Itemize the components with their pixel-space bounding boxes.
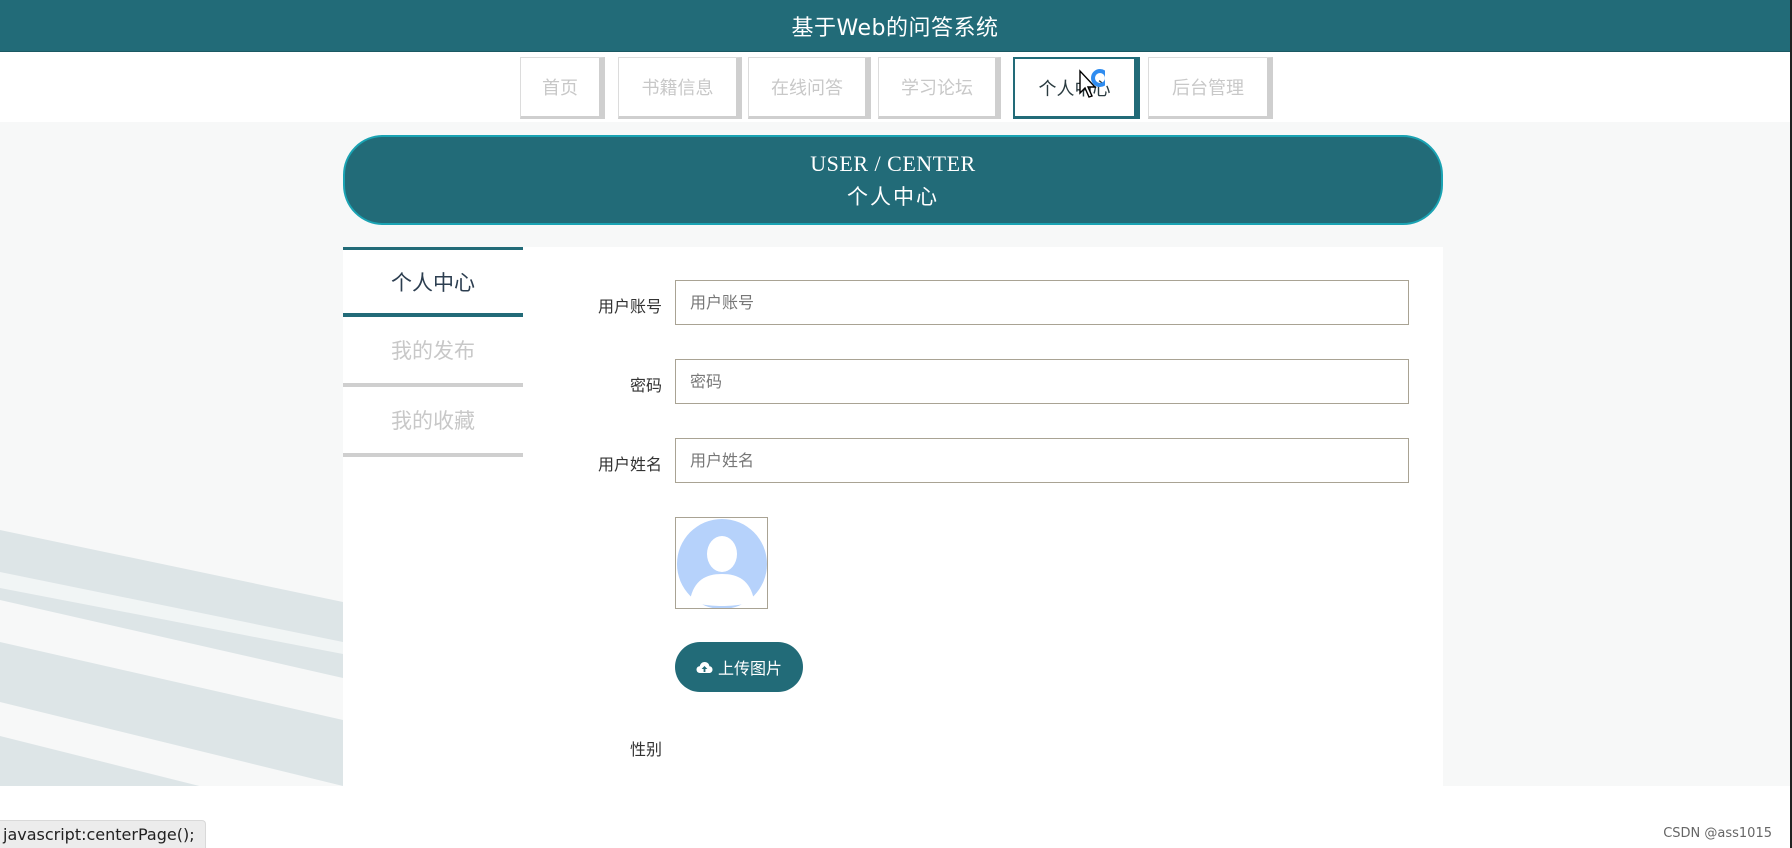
username-label: 用户账号 [597, 297, 662, 316]
page: 基于Web的问答系统 首页 书籍信息 在线问答 学习论坛 个人中心 后台管理 U… [0, 0, 1792, 848]
main-nav: 首页 书籍信息 在线问答 学习论坛 个人中心 后台管理 [0, 54, 1790, 120]
nav-item-admin[interactable]: 后台管理 [1148, 57, 1273, 119]
password-label: 密码 [629, 376, 662, 395]
side-menu: 个人中心 我的发布 我的收藏 [343, 247, 523, 457]
banner-chinese-title: 个人中心 [847, 185, 939, 209]
default-avatar-icon [677, 519, 767, 608]
banner-english-title: USER / CENTER [810, 151, 976, 176]
realname-label: 用户姓名 [597, 455, 662, 474]
cloud-upload-icon [696, 661, 713, 673]
browser-status-bar: javascript:centerPage(); [0, 820, 206, 848]
top-header: 基于Web的问答系统 [0, 0, 1790, 52]
site-title: 基于Web的问答系统 [791, 15, 999, 41]
avatar-preview [675, 517, 768, 609]
watermark: CSDN @ass1015 [1663, 826, 1772, 841]
upload-button-label: 上传图片 [717, 661, 782, 678]
nav-item-books[interactable]: 书籍信息 [618, 57, 742, 119]
nav-item-home[interactable]: 首页 [520, 57, 605, 119]
nav-item-qa[interactable]: 在线问答 [748, 57, 871, 119]
nav-item-forum[interactable]: 学习论坛 [878, 57, 1001, 119]
username-input[interactable] [675, 280, 1409, 325]
password-input[interactable] [675, 359, 1409, 404]
nav-row: 首页 书籍信息 在线问答 学习论坛 个人中心 后台管理 [0, 52, 1790, 122]
user-center-banner: USER / CENTER 个人中心 [343, 135, 1443, 225]
upload-image-button[interactable]: 上传图片 [675, 642, 803, 692]
side-item-my-posts[interactable]: 我的发布 [343, 317, 523, 387]
gender-label: 性别 [629, 740, 662, 759]
side-item-my-favorites[interactable]: 我的收藏 [343, 387, 523, 457]
side-item-user-center[interactable]: 个人中心 [343, 247, 523, 317]
realname-input[interactable] [675, 438, 1409, 483]
nav-item-user-center[interactable]: 个人中心 [1013, 57, 1140, 119]
